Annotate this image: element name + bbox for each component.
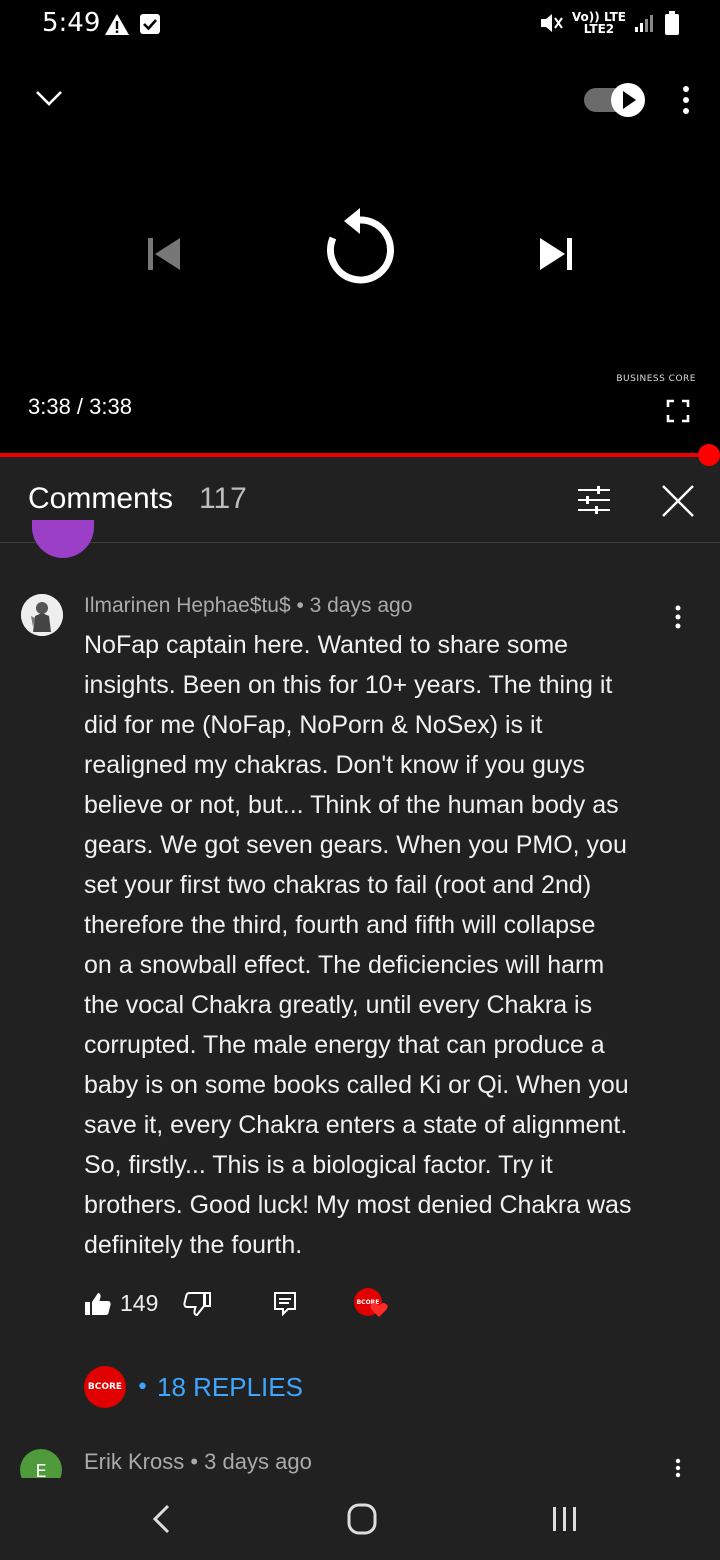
comment-text: NoFap captain here. Wanted to share some…: [84, 631, 632, 1259]
view-replies-button[interactable]: BCORE • 18 REPLIES: [84, 1364, 303, 1410]
comment-actions: 149 BCORE: [84, 1286, 404, 1322]
comments-title: Comments: [28, 482, 174, 515]
replies-dot: •: [136, 1374, 149, 1400]
progress-bar[interactable]: [0, 453, 710, 457]
creator-reply-avatar: BCORE: [84, 1366, 126, 1408]
time-readout: 3:38 / 3:38: [28, 394, 132, 419]
next-icon[interactable]: [538, 236, 574, 272]
like-icon[interactable]: [84, 1292, 112, 1316]
video-player[interactable]: BUSINESS CORE 3:38 / 3:38: [0, 52, 720, 456]
navigation-bar: [0, 1478, 720, 1560]
status-bar: 5:49 Vo)) LTE LTE2: [0, 0, 720, 52]
next-comment-menu-icon[interactable]: [668, 1458, 688, 1478]
status-time: 5:49: [42, 8, 101, 38]
close-icon[interactable]: [661, 484, 695, 518]
heart-icon: [370, 1302, 388, 1317]
checkbox-notification-icon: [140, 14, 160, 34]
dislike-icon[interactable]: [183, 1292, 211, 1316]
reply-icon[interactable]: [274, 1292, 296, 1316]
channel-watermark: BUSINESS CORE: [616, 374, 696, 384]
replay-icon[interactable]: [322, 208, 398, 294]
sort-filter-icon[interactable]: [577, 484, 611, 516]
previous-comment-avatar: [32, 520, 94, 558]
signal-icon: [635, 15, 653, 32]
recent-apps-icon[interactable]: [550, 1504, 580, 1534]
creator-heart-badge: BCORE: [354, 1288, 388, 1322]
next-comment-author-meta[interactable]: Erik Kross • 3 days ago: [84, 1449, 312, 1475]
comments-header: Comments 117: [0, 460, 720, 543]
mute-icon: [540, 14, 563, 32]
previous-icon[interactable]: [146, 236, 182, 272]
more-options-icon[interactable]: [676, 85, 696, 115]
battery-icon: [665, 11, 679, 35]
comments-count: 117: [199, 482, 247, 515]
like-count: 149: [120, 1290, 159, 1316]
replies-count[interactable]: 18 REPLIES: [157, 1372, 303, 1403]
autoplay-toggle[interactable]: [583, 82, 647, 118]
fullscreen-icon[interactable]: [666, 399, 690, 423]
home-icon[interactable]: [346, 1502, 378, 1536]
back-icon[interactable]: [150, 1504, 174, 1534]
comment-author-meta[interactable]: Ilmarinen Hephae$tu$ • 3 days ago: [84, 594, 412, 618]
chevron-down-icon[interactable]: [34, 86, 64, 110]
network-label-2: LTE2: [583, 22, 615, 36]
avatar[interactable]: [21, 594, 63, 636]
warning-icon: [105, 14, 129, 35]
